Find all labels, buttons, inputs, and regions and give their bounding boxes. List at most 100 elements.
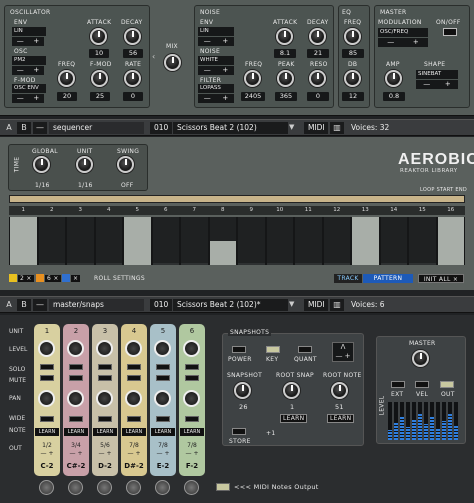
- channel-trigger-knob[interactable]: [39, 480, 54, 495]
- root-note-learn[interactable]: LEARN: [327, 414, 355, 423]
- out-stepper[interactable]: — +: [180, 450, 204, 457]
- channel-level-knob[interactable]: [125, 340, 142, 357]
- step-cell[interactable]: [124, 217, 151, 265]
- vel-toggle[interactable]: [415, 381, 429, 388]
- mixer-master-knob[interactable]: [412, 350, 429, 367]
- solo-button[interactable]: [69, 364, 83, 370]
- channel-out-value[interactable]: 7/8: [122, 442, 146, 449]
- channel-learn-button[interactable]: LEARN: [180, 428, 204, 436]
- b-button[interactable]: B: [17, 299, 31, 311]
- solo-button[interactable]: [98, 364, 112, 370]
- channel-learn-button[interactable]: LEARN: [64, 428, 88, 436]
- solo-button[interactable]: [127, 364, 141, 370]
- mix-knob[interactable]: [164, 54, 181, 71]
- noise-attack-knob[interactable]: [276, 28, 293, 45]
- step-cell[interactable]: [352, 217, 379, 265]
- root-snap-knob[interactable]: [283, 382, 300, 399]
- mute-button[interactable]: [98, 375, 112, 381]
- minimize-button[interactable]: —: [33, 299, 47, 311]
- channel-learn-button[interactable]: LEARN: [93, 428, 117, 436]
- ext-toggle[interactable]: [391, 381, 405, 388]
- wide-button[interactable]: [40, 416, 54, 422]
- wide-button[interactable]: [185, 416, 199, 422]
- wide-button[interactable]: [98, 416, 112, 422]
- swing-knob[interactable]: [117, 156, 134, 173]
- solo-button[interactable]: [40, 364, 54, 370]
- preset-dropdown-icon[interactable]: ▼: [289, 300, 294, 308]
- channel-level-knob[interactable]: [67, 340, 84, 357]
- step-cell[interactable]: [238, 217, 265, 265]
- mute-button[interactable]: [69, 375, 83, 381]
- shape-field[interactable]: SINEBAT: [416, 70, 458, 79]
- channel-trigger-knob[interactable]: [97, 480, 112, 495]
- channel-learn-button[interactable]: LEARN: [35, 428, 59, 436]
- filter-field[interactable]: LOPASS: [198, 84, 234, 93]
- mute-button[interactable]: [156, 375, 170, 381]
- step-cell[interactable]: [266, 217, 293, 265]
- step-cell[interactable]: [295, 217, 322, 265]
- noise-env-field[interactable]: LIN: [198, 27, 234, 36]
- a-button[interactable]: A: [2, 122, 16, 134]
- channel-out-value[interactable]: 1/2: [35, 442, 59, 449]
- step-cell[interactable]: [38, 217, 65, 265]
- channel-level-knob[interactable]: [154, 340, 171, 357]
- minimize-button[interactable]: —: [33, 122, 47, 134]
- init-all-button[interactable]: INIT ALL ×: [418, 274, 464, 283]
- plus1-label[interactable]: +1: [266, 430, 275, 437]
- out-stepper[interactable]: — +: [35, 450, 59, 457]
- osc-attack-knob[interactable]: [90, 28, 107, 45]
- noise-decay-knob[interactable]: [309, 28, 326, 45]
- noise-env-stepper[interactable]: — +: [198, 37, 234, 46]
- channel-out-value[interactable]: 5/6: [93, 442, 117, 449]
- step-cell[interactable]: [209, 217, 236, 265]
- midi-settings-icon[interactable]: ▥: [330, 299, 344, 311]
- solo-button[interactable]: [156, 364, 170, 370]
- quant-toggle[interactable]: [298, 346, 312, 353]
- step-cell[interactable]: [67, 217, 94, 265]
- channel-trigger-knob[interactable]: [155, 480, 170, 495]
- modulation-field[interactable]: OSC/FREQ: [378, 28, 428, 37]
- channel-pan-knob[interactable]: [154, 390, 171, 407]
- osc-env-field[interactable]: LIN: [12, 27, 46, 36]
- mute-button[interactable]: [40, 375, 54, 381]
- channel-out-value[interactable]: 3/4: [64, 442, 88, 449]
- wide-button[interactable]: [127, 416, 141, 422]
- out-toggle[interactable]: [440, 381, 454, 388]
- channel-learn-button[interactable]: LEARN: [122, 428, 146, 436]
- step-cell[interactable]: [437, 217, 464, 265]
- out-stepper[interactable]: — +: [122, 450, 146, 457]
- track-tab[interactable]: TRACK: [334, 274, 362, 283]
- power-toggle[interactable]: [232, 346, 246, 353]
- global-knob[interactable]: [33, 156, 50, 173]
- osc-freq-knob[interactable]: [58, 70, 75, 87]
- shape-stepper[interactable]: — +: [416, 80, 458, 89]
- channel-learn-button[interactable]: LEARN: [151, 428, 175, 436]
- step-cell[interactable]: [181, 217, 208, 265]
- noise-type-field[interactable]: WHITE: [198, 56, 234, 65]
- noise-type-stepper[interactable]: — +: [198, 66, 234, 75]
- osc-decay-knob[interactable]: [124, 28, 141, 45]
- rate-knob[interactable]: [124, 70, 141, 87]
- mute-button[interactable]: [185, 375, 199, 381]
- channel-pan-knob[interactable]: [38, 390, 55, 407]
- step-cell[interactable]: [409, 217, 436, 265]
- roll-chip-blue[interactable]: [62, 274, 70, 282]
- roll-chip-1[interactable]: 2 ×: [18, 275, 34, 282]
- channel-pan-knob[interactable]: [96, 390, 113, 407]
- eq-freq-knob[interactable]: [344, 28, 361, 45]
- peak-knob[interactable]: [277, 70, 294, 87]
- midi-settings-icon[interactable]: ▥: [330, 122, 344, 134]
- osc-type-stepper[interactable]: — +: [12, 66, 44, 75]
- unit-knob[interactable]: [76, 156, 93, 173]
- midi-label[interactable]: MIDI: [304, 299, 328, 311]
- roll-chip-yellow[interactable]: [9, 274, 17, 282]
- preset-dropdown-icon[interactable]: ▼: [289, 123, 294, 131]
- osc-env-stepper[interactable]: — +: [12, 37, 44, 46]
- b-button[interactable]: B: [17, 122, 31, 134]
- onoff-toggle[interactable]: [443, 28, 457, 36]
- channel-out-value[interactable]: 7/8: [151, 442, 175, 449]
- osc-type-field[interactable]: PM2: [12, 56, 46, 65]
- fmod-stepper[interactable]: — +: [12, 94, 44, 103]
- step-cell[interactable]: [95, 217, 122, 265]
- channel-trigger-knob[interactable]: [68, 480, 83, 495]
